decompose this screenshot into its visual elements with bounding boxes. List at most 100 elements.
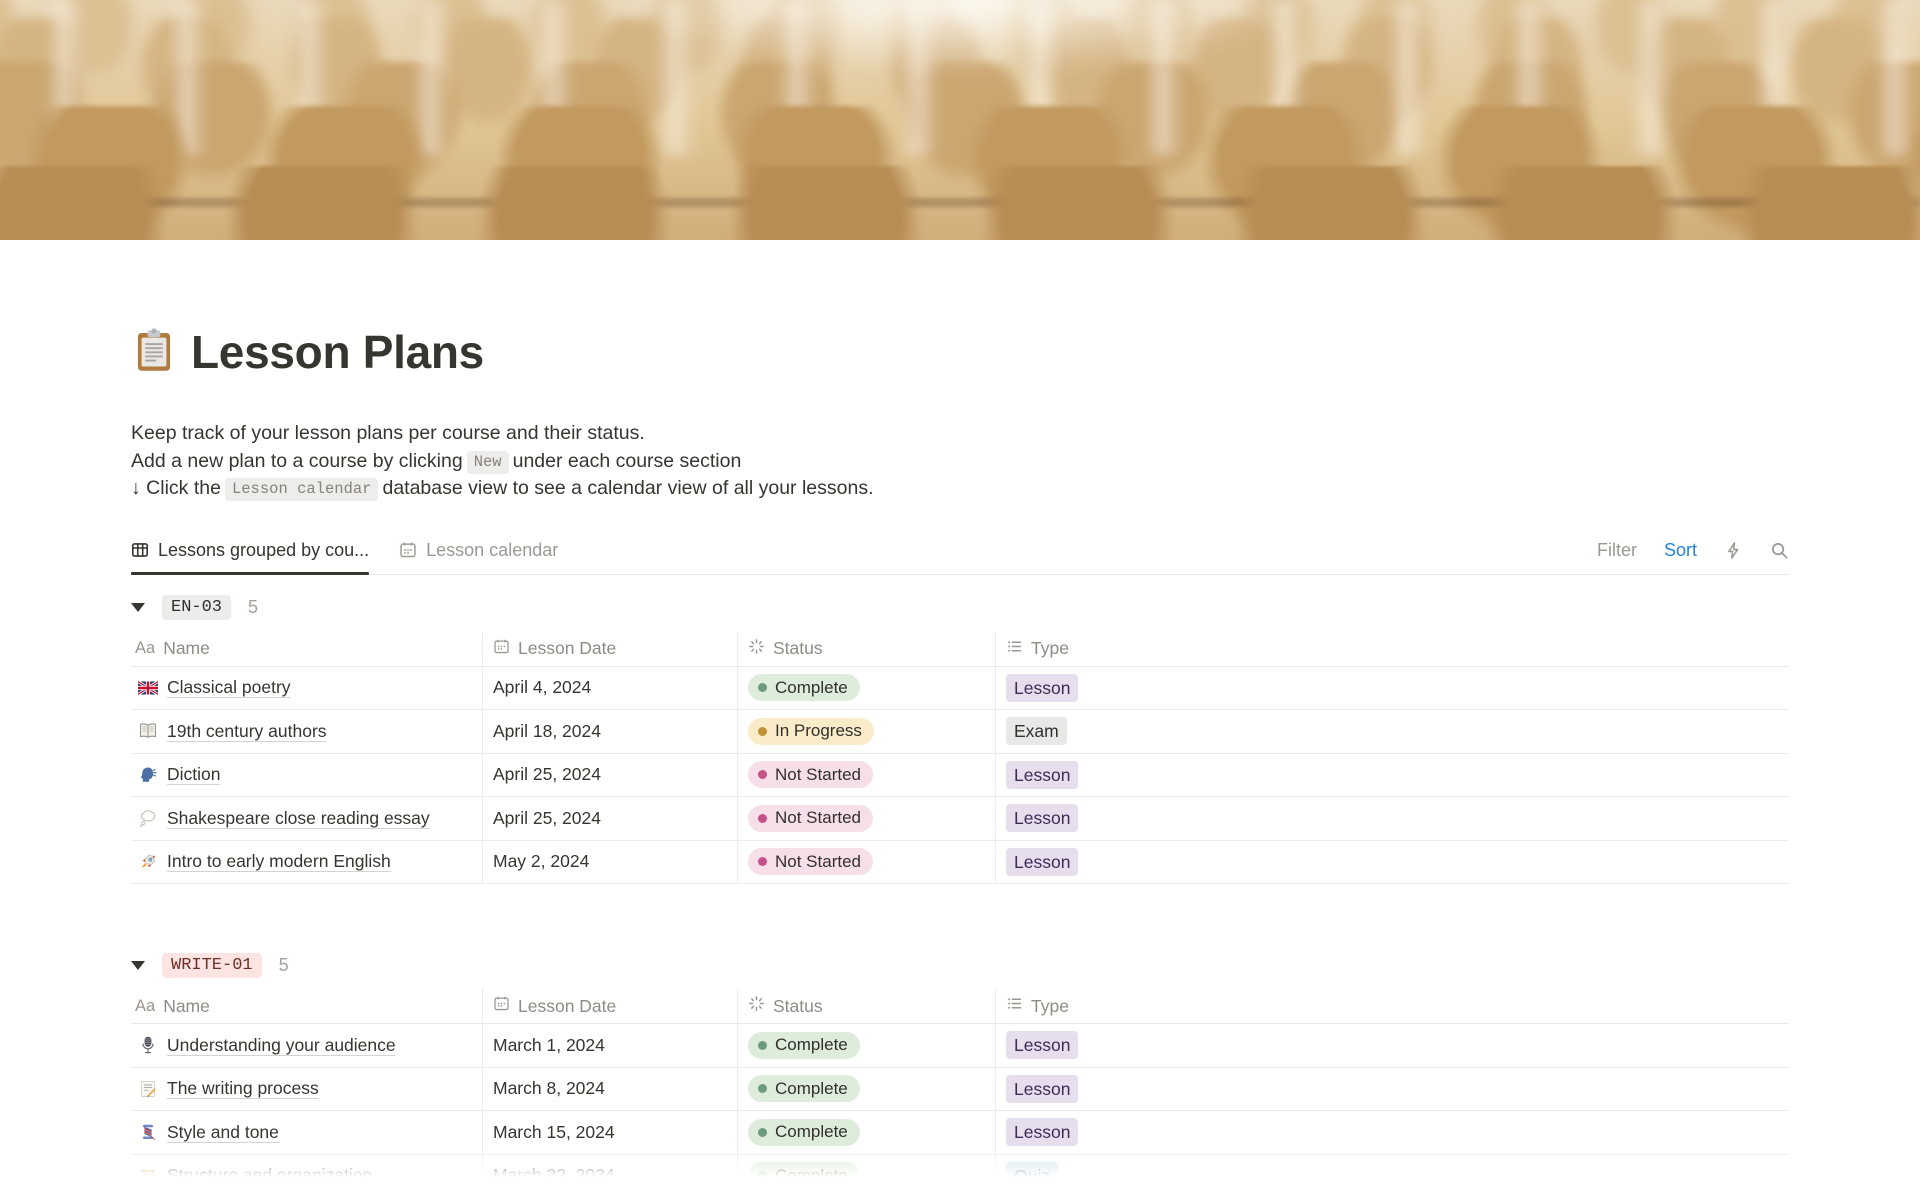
table-header-row: Aa Name Lesson Date Status Type — [131, 631, 1789, 667]
column-header-name[interactable]: Aa Name — [131, 632, 482, 666]
table-row[interactable]: Understanding your audience March 1, 202… — [131, 1024, 1789, 1068]
type-cell[interactable]: Lesson — [995, 1111, 1789, 1154]
lessons-table: Aa Name Lesson Date — [131, 989, 1789, 1199]
uk-flag-icon — [137, 678, 158, 698]
lesson-date[interactable]: March 8, 2024 — [482, 1067, 737, 1111]
status-cell[interactable]: Complete — [737, 1024, 995, 1067]
filter-button[interactable]: Filter — [1597, 540, 1637, 561]
status-cell[interactable]: Not Started — [737, 753, 995, 797]
status-cell[interactable]: Complete — [737, 666, 995, 710]
type-badge: Lesson — [1006, 673, 1079, 702]
tab-label: Lessons grouped by cou... — [158, 539, 370, 560]
table-row[interactable]: 19th century authors April 18, 2024 In P… — [131, 710, 1789, 754]
lesson-name: The writing process — [167, 1078, 319, 1099]
status-label: Complete — [775, 1035, 848, 1055]
lesson-name: Intro to early modern English — [167, 851, 391, 872]
group-tag[interactable]: EN-03 — [162, 595, 232, 621]
column-header-type[interactable]: Type — [995, 631, 1789, 666]
table-row[interactable]: The writing process March 8, 2024 Comple… — [131, 1067, 1789, 1112]
tab-lesson-calendar[interactable]: Lesson calendar — [399, 527, 558, 574]
column-header-type[interactable]: Type — [995, 989, 1789, 1024]
lesson-date[interactable]: April 18, 2024 — [482, 710, 737, 753]
lesson-name-cell[interactable]: Style and tone — [131, 1111, 482, 1154]
status-badge: Not Started — [748, 761, 873, 789]
status-badge: Complete — [748, 1075, 860, 1103]
status-dot — [758, 857, 767, 867]
page-title: Lesson Plans — [191, 325, 484, 378]
status-spinner-icon — [748, 638, 765, 660]
lesson-date[interactable]: March 22, 2024 — [482, 1154, 737, 1198]
status-badge: Complete — [748, 674, 860, 702]
status-cell[interactable]: In Progress — [737, 710, 995, 753]
status-dot — [758, 1084, 767, 1094]
type-cell[interactable]: Lesson — [995, 797, 1789, 840]
type-badge: Lesson — [1006, 1118, 1079, 1147]
status-dot — [758, 770, 767, 780]
cover-seat-row — [0, 166, 1920, 240]
lesson-name-cell[interactable]: Structure and organization — [131, 1155, 482, 1198]
thread-icon — [137, 1122, 158, 1142]
column-header-name[interactable]: Aa Name — [131, 989, 482, 1023]
lesson-date[interactable]: April 4, 2024 — [482, 666, 737, 710]
lesson-name-cell[interactable]: The writing process — [131, 1068, 482, 1111]
search-icon[interactable] — [1770, 541, 1789, 560]
lesson-name-cell[interactable]: Intro to early modern English — [131, 841, 482, 884]
type-cell[interactable]: Lesson — [995, 753, 1789, 797]
group-tag[interactable]: WRITE-01 — [162, 952, 262, 978]
table-row[interactable]: Intro to early modern English May 2, 202… — [131, 840, 1789, 885]
status-cell[interactable]: Complete — [737, 1154, 995, 1198]
type-badge: Exam — [1006, 717, 1067, 746]
group-collapse-toggle[interactable] — [131, 960, 145, 970]
column-header-lesson-date[interactable]: Lesson Date — [482, 631, 737, 666]
lesson-date[interactable]: March 15, 2024 — [482, 1111, 737, 1154]
lesson-name-cell[interactable]: Shakespeare close reading essay — [131, 797, 482, 840]
status-label: Not Started — [775, 851, 861, 871]
lesson-date[interactable]: May 2, 2024 — [482, 840, 737, 884]
status-dot — [758, 1171, 767, 1181]
status-dot — [758, 1127, 767, 1137]
table-row[interactable]: Diction April 25, 2024 Not Started Lesso… — [131, 753, 1789, 798]
group-row-count: 5 — [248, 597, 259, 618]
column-header-lesson-date[interactable]: Lesson Date — [482, 989, 737, 1024]
group-collapse-toggle[interactable] — [131, 603, 145, 613]
type-cell[interactable]: Lesson — [995, 666, 1789, 710]
lesson-date[interactable]: April 25, 2024 — [482, 753, 737, 797]
type-cell[interactable]: Lesson — [995, 1067, 1789, 1111]
lesson-date[interactable]: April 25, 2024 — [482, 797, 737, 840]
status-spinner-icon — [748, 995, 765, 1017]
sort-button[interactable]: Sort — [1664, 540, 1697, 561]
type-cell[interactable]: Lesson — [995, 1024, 1789, 1067]
status-label: Not Started — [775, 764, 861, 784]
lesson-name-cell[interactable]: Diction — [131, 754, 482, 797]
type-cell[interactable]: Exam — [995, 710, 1789, 753]
status-cell[interactable]: Complete — [737, 1067, 995, 1111]
clipboard-icon[interactable] — [131, 327, 177, 378]
status-cell[interactable]: Not Started — [737, 797, 995, 840]
microphone-icon — [137, 1035, 158, 1055]
bulleted-list-icon — [1006, 638, 1023, 660]
new-button-chip: New — [466, 450, 509, 474]
status-dot — [758, 813, 767, 823]
bulleted-list-icon — [1006, 995, 1023, 1017]
type-cell[interactable]: Quiz — [995, 1154, 1789, 1198]
lesson-name-cell[interactable]: Classical poetry — [131, 667, 482, 710]
column-header-status[interactable]: Status — [737, 989, 995, 1024]
table-row[interactable]: Structure and organization March 22, 202… — [131, 1154, 1789, 1199]
type-badge: Lesson — [1006, 760, 1079, 789]
status-cell[interactable]: Not Started — [737, 840, 995, 884]
database-toolbar: Filter Sort — [1597, 540, 1789, 561]
lesson-date[interactable]: March 1, 2024 — [482, 1024, 737, 1067]
table-row[interactable]: Style and tone March 15, 2024 Complete L… — [131, 1111, 1789, 1155]
lesson-name-cell[interactable]: 19th century authors — [131, 710, 482, 753]
tab-lessons-grouped-by-course[interactable]: Lessons grouped by cou... — [131, 527, 370, 575]
table-row[interactable]: Shakespeare close reading essay April 25… — [131, 797, 1789, 841]
column-header-status[interactable]: Status — [737, 631, 995, 666]
table-row[interactable]: Classical poetry April 4, 2024 Complete … — [131, 666, 1789, 711]
lesson-name-cell[interactable]: Understanding your audience — [131, 1024, 482, 1067]
status-dot — [758, 683, 767, 693]
type-cell[interactable]: Lesson — [995, 840, 1789, 884]
lightning-icon[interactable] — [1724, 541, 1743, 560]
status-badge: Complete — [748, 1118, 860, 1146]
lesson-name: Diction — [167, 764, 221, 785]
status-cell[interactable]: Complete — [737, 1111, 995, 1154]
